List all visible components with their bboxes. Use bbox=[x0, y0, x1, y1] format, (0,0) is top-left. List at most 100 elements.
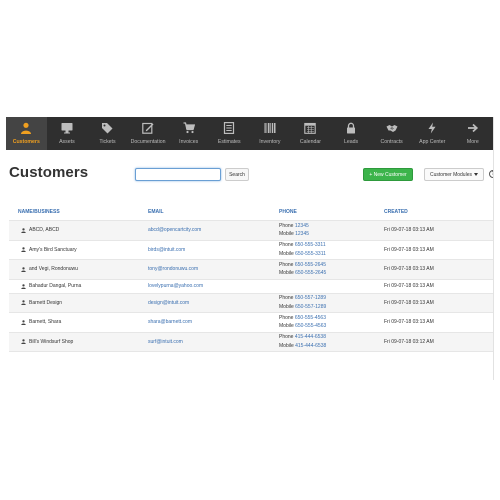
header-created[interactable]: CREATED bbox=[384, 209, 493, 215]
document-icon bbox=[224, 122, 235, 134]
nav-inventory[interactable]: Inventory bbox=[250, 117, 291, 150]
search-input[interactable] bbox=[135, 168, 221, 181]
mobile-link[interactable]: 650-555-3311 bbox=[295, 251, 326, 257]
tag-icon bbox=[102, 123, 113, 134]
search-button[interactable]: Search bbox=[225, 168, 249, 181]
created-date: Fri 09-07-18 03:13 AM bbox=[384, 246, 434, 253]
email-link[interactable]: lovelypurna@yahoo.com bbox=[148, 283, 279, 289]
email-link[interactable]: surf@intuit.com bbox=[148, 339, 279, 345]
table-row[interactable]: Amy's Bird Sanctuary birds@intuit.com Ph… bbox=[9, 241, 493, 260]
created-date: Fri 09-07-18 03:13 AM bbox=[384, 319, 434, 326]
mobile-label: Mobile bbox=[279, 231, 294, 238]
barcode-icon bbox=[264, 123, 276, 133]
customer-name[interactable]: Amy's Bird Sanctuary bbox=[29, 247, 77, 253]
name-cell: Amy's Bird Sanctuary bbox=[9, 247, 148, 253]
cart-icon bbox=[183, 122, 195, 134]
app-frame: Customers Assets Tickets Documentation I… bbox=[6, 117, 494, 380]
table-row[interactable]: ABCD, ABCD abcd@opencartcity.com Phone 1… bbox=[9, 221, 493, 241]
customer-name[interactable]: Barnett Design bbox=[29, 300, 62, 306]
name-cell: ABCD, ABCD bbox=[9, 227, 148, 233]
phone-link[interactable]: 650-555-3311 bbox=[295, 242, 326, 248]
arrow-right-icon bbox=[467, 123, 478, 133]
nav-leads[interactable]: Leads bbox=[331, 117, 372, 150]
nav-contracts[interactable]: Contracts bbox=[371, 117, 412, 150]
customer-name[interactable]: Bill's Windsurf Shop bbox=[29, 339, 73, 345]
nav-label: Customers bbox=[12, 139, 40, 145]
nav-label: App Center bbox=[419, 139, 446, 145]
customer-name[interactable]: Bahadur Dangal, Purna bbox=[29, 283, 81, 289]
phone-link[interactable]: 650-557-1289 bbox=[295, 295, 326, 301]
phone-cell: Phone 650-555-3311 Mobile 650-555-3311 bbox=[279, 241, 384, 258]
nav-estimates[interactable]: Estimates bbox=[209, 117, 250, 150]
table-row[interactable]: Barnett Design design@intuit.com Phone 6… bbox=[9, 293, 493, 313]
phone-link[interactable]: 650-555-2645 bbox=[295, 262, 326, 268]
table-row[interactable]: and Vegi, Rondonuwu tony@rondonuwu.com P… bbox=[9, 260, 493, 280]
email-link[interactable]: tony@rondonuwu.com bbox=[148, 266, 279, 272]
email-link[interactable]: design@intuit.com bbox=[148, 300, 279, 306]
nav-label: Assets bbox=[59, 139, 75, 145]
customer-modules-label: Customer Modules bbox=[430, 171, 472, 178]
person-icon bbox=[21, 267, 26, 272]
person-icon bbox=[21, 228, 26, 233]
email-link[interactable]: shara@barnett.com bbox=[148, 319, 279, 325]
mobile-link[interactable]: 650-555-4563 bbox=[295, 323, 326, 329]
handshake-icon bbox=[386, 125, 398, 132]
created-date: Fri 09-07-18 03:13 AM bbox=[384, 283, 434, 289]
phone-label: Phone bbox=[279, 242, 294, 249]
table-row[interactable]: Barnett, Shara shara@barnett.com Phone 6… bbox=[9, 313, 493, 333]
table-row[interactable]: Bahadur Dangal, Purna lovelypurna@yahoo.… bbox=[9, 280, 493, 294]
mobile-label: Mobile bbox=[279, 342, 294, 349]
customer-modules-dropdown[interactable]: Customer Modules bbox=[424, 168, 484, 181]
nav-app-center[interactable]: App Center bbox=[412, 117, 453, 150]
phone-label: Phone bbox=[279, 295, 294, 302]
nav-documentation[interactable]: Documentation bbox=[128, 117, 169, 150]
mobile-label: Mobile bbox=[279, 270, 294, 277]
phone-label: Phone bbox=[279, 334, 294, 341]
person-icon bbox=[21, 339, 26, 345]
phone-link[interactable]: 12345 bbox=[295, 223, 309, 229]
mobile-link[interactable]: 415-444-6538 bbox=[295, 343, 326, 349]
nav-assets[interactable]: Assets bbox=[47, 117, 88, 150]
table-row[interactable]: Bill's Windsurf Shop surf@intuit.com Pho… bbox=[9, 332, 493, 352]
name-cell: and Vegi, Rondonuwu bbox=[9, 266, 148, 272]
person-icon bbox=[21, 283, 26, 289]
header-email[interactable]: EMAIL bbox=[148, 209, 279, 215]
mobile-link[interactable]: 650-557-1289 bbox=[295, 304, 326, 310]
phone-label: Phone bbox=[279, 261, 294, 268]
mobile-link[interactable]: 650-555-2645 bbox=[295, 270, 326, 276]
caret-down-icon bbox=[473, 173, 478, 176]
nav-label: Inventory bbox=[259, 139, 281, 145]
nav-label: Tickets bbox=[99, 139, 116, 145]
nav-more[interactable]: More bbox=[453, 117, 493, 150]
name-cell: Barnett, Shara bbox=[9, 319, 148, 325]
customer-name[interactable]: Barnett, Shara bbox=[29, 319, 61, 325]
phone-link[interactable]: 650-555-4563 bbox=[295, 315, 326, 321]
customers-table: NAME/BUSINESS EMAIL PHONE CREATED ABCD, … bbox=[9, 204, 493, 352]
mobile-link[interactable]: 12345 bbox=[295, 231, 309, 237]
email-link[interactable]: birds@intuit.com bbox=[148, 247, 279, 253]
header-phone[interactable]: PHONE bbox=[279, 209, 384, 215]
lock-icon bbox=[347, 122, 356, 134]
help-icon[interactable]: ? bbox=[489, 170, 493, 178]
nav-label: Invoices bbox=[179, 139, 199, 145]
mobile-label: Mobile bbox=[279, 303, 294, 310]
person-icon bbox=[21, 300, 26, 306]
customer-name[interactable]: ABCD, ABCD bbox=[29, 227, 59, 233]
nav-customers[interactable]: Customers bbox=[6, 117, 47, 150]
nav-label: Leads bbox=[343, 139, 359, 145]
phone-link[interactable]: 415-444-6538 bbox=[295, 334, 326, 340]
customer-name[interactable]: and Vegi, Rondonuwu bbox=[29, 266, 78, 272]
phone-cell: Phone 650-555-4563 Mobile 650-555-4563 bbox=[279, 314, 384, 331]
name-cell: Bahadur Dangal, Purna bbox=[9, 283, 148, 289]
mobile-label: Mobile bbox=[279, 250, 294, 257]
new-customer-button[interactable]: + New Customer bbox=[363, 168, 413, 181]
header-name[interactable]: NAME/BUSINESS bbox=[9, 209, 148, 215]
phone-cell: Phone 650-555-2645 Mobile 650-555-2645 bbox=[279, 261, 384, 278]
nav-invoices[interactable]: Invoices bbox=[168, 117, 209, 150]
nav-calendar[interactable]: Calendar bbox=[290, 117, 331, 150]
phone-cell: Phone 650-557-1289 Mobile 650-557-1289 bbox=[279, 294, 384, 311]
page-title: Customers bbox=[9, 164, 89, 181]
user-icon bbox=[21, 122, 32, 134]
email-link[interactable]: abcd@opencartcity.com bbox=[148, 227, 279, 233]
nav-tickets[interactable]: Tickets bbox=[87, 117, 128, 150]
